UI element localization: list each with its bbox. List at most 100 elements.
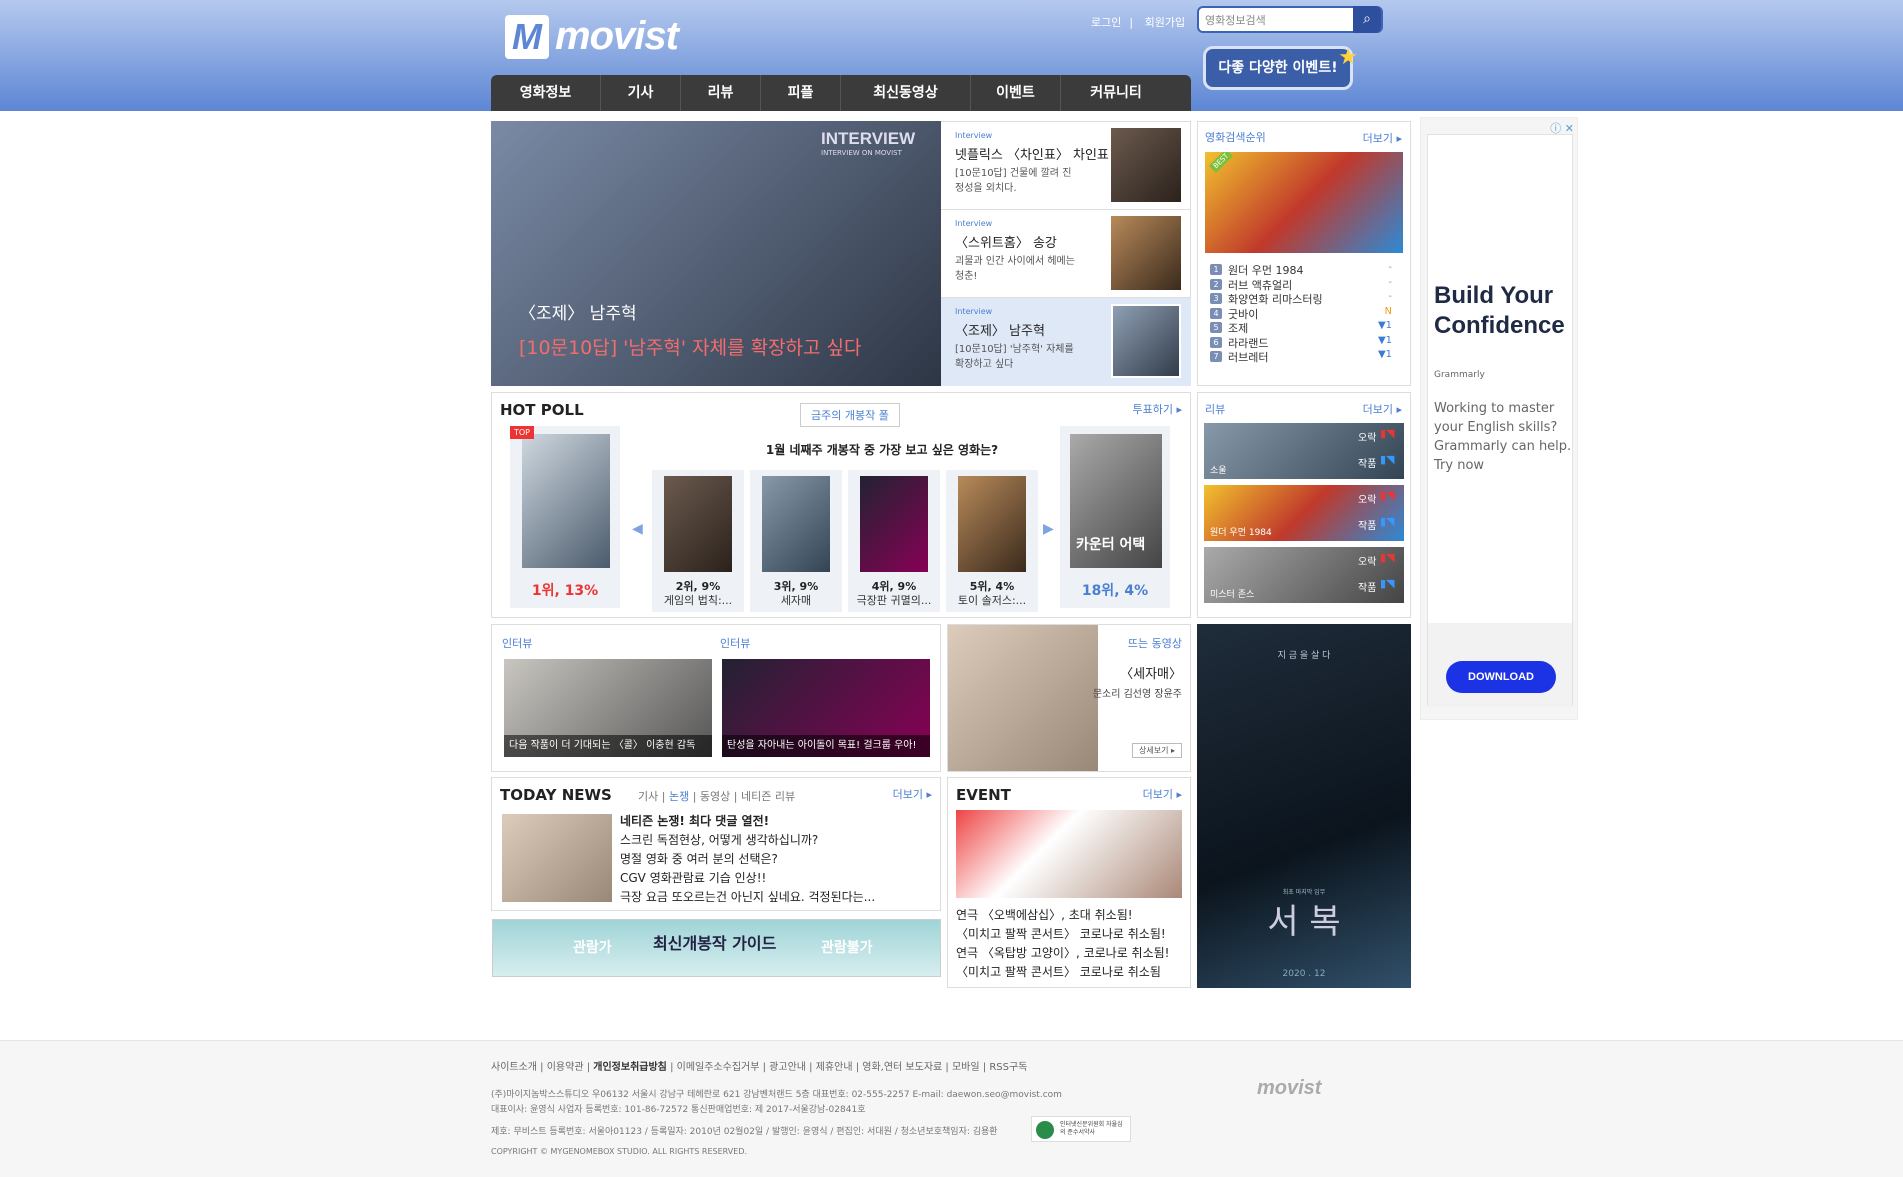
news-item[interactable]: 네티즌 논쟁! 최다 댓글 열전! [620,812,769,829]
footer-link[interactable]: 제휴안내 [816,1062,853,1073]
release-guide-banner[interactable]: 관람가 최신개봉작 가이드 관람불가 [492,919,941,977]
signal-icon: ▮◥ [1380,427,1395,440]
event-title: EVENT [956,786,1011,804]
event-banner-label: 다좋 다양한 이벤트! [1218,60,1338,76]
ad-body: Working to master your English skills? G… [1434,401,1572,473]
poster-year: 2020 . 12 [1282,969,1326,979]
best-badge: BEST [1208,152,1233,174]
login-link[interactable]: 로그인 [1091,16,1121,29]
ad-creative[interactable]: Build Your Confidence Grammarly Working … [1427,134,1573,707]
poll-card[interactable]: 2위, 9% 게임의 법칙:... [652,470,744,612]
signup-link[interactable]: 회원가입 [1145,16,1185,29]
interview-caption: 탄성을 자아내는 아이돌이 목표! 걸크룹 우아! [722,735,930,757]
poll-last-card[interactable]: 카운터 어택 18위, 4% [1060,426,1170,608]
site-logo[interactable]: M movist [505,14,679,59]
guide-right: 관람불가 [821,940,873,956]
nav-item-events[interactable]: 이벤트 [971,75,1061,111]
poll-last-rank: 18위, 4% [1081,583,1149,599]
news-item[interactable]: 명절 영화 중 여러 분의 선택은? [620,850,778,867]
search-box: 영화정보검색 ⌕ [1197,6,1383,33]
event-item[interactable]: 〈미치고 팔짝 콘서트〉 코로나로 취소됨 [956,963,1161,980]
review-item[interactable]: 소울 오락 작품 ▮◥ ▮◥ [1204,423,1404,479]
news-item[interactable]: 극장 요금 또오르는건 아닌지 싶네요. 걱정된다는... [620,888,875,905]
poll-next-arrow[interactable]: ▶ [1043,521,1054,537]
interview-item[interactable]: Interview 넷플릭스 〈차인표〉 차인표 [10문10답] 건물에 깔려… [941,122,1191,210]
footer-link[interactable]: 이메일주소수집거부 [677,1062,760,1073]
ranking-item[interactable]: 러브레터 [1228,349,1268,365]
nav-item-people[interactable]: 피플 [761,75,841,111]
news-item[interactable]: CGV 영화관람료 기습 인상!! [620,869,766,886]
guide-left: 관람가 [573,940,612,956]
detail-button[interactable]: 상세보기 ▸ [1131,743,1182,758]
news-more-link[interactable]: 더보기 ▸ [893,786,932,802]
event-more-link[interactable]: 더보기 ▸ [1143,786,1182,802]
poll-card[interactable]: 3위, 9% 세자매 [750,470,842,612]
nav-item-articles[interactable]: 기사 [601,75,681,111]
news-tabs: 기사 | 논쟁 | 동영상 | 네티즌 리뷰 [638,790,796,803]
hero-banner[interactable]: INTERVIEW INTERVIEW ON MOVIST 〈조제〉 남주혁 [… [491,121,941,386]
interview-card[interactable]: 다음 작품이 더 기대되는 〈콜〉 이충현 감독 [504,659,712,757]
poster-title: 서 복 [1267,902,1341,942]
rank-number: 6 [1210,336,1222,348]
footer-link[interactable]: 영화,연터 보도자료 [862,1062,942,1073]
review-title: 리뷰 [1205,403,1226,416]
news-tab-videos[interactable]: 동영상 [700,790,730,803]
footer-company-info: (주)마이지놈박스스튜디오 우06132 서울시 강남구 테헤란로 621 강남… [491,1090,1062,1100]
vote-link[interactable]: 투표하기 ▸ [1132,401,1182,417]
search-button[interactable]: ⌕ [1353,6,1381,33]
trending-video-panel[interactable]: 뜨는 동영상 〈세자매〉 문소리 김선영 장윤주 상세보기 ▸ [947,624,1191,772]
footer-logo: movist [1257,1077,1322,1099]
interview-caption: 다음 작품이 더 기대되는 〈콜〉 이충현 감독 [504,735,712,757]
review-work-label: 작품 [1358,521,1377,532]
event-item[interactable]: 연극 〈옥탑방 고양이〉, 코로나로 취소됨! [956,944,1169,961]
rank-number: 1 [1210,264,1222,275]
nav-item-reviews[interactable]: 리뷰 [681,75,761,111]
review-item[interactable]: 원더 우먼 1984 오락 작품 ▮◥ ▮◥ [1204,485,1404,541]
footer-link[interactable]: RSS구독 [989,1062,1027,1073]
interview-desc: 괴물과 인간 사이에서 헤메는 청춘! [955,256,1075,282]
interview-tag: Interview [955,307,993,316]
event-item[interactable]: 연극 〈오백에삼십〉, 초대 취소됨! [956,906,1133,923]
news-tab-debate[interactable]: 논쟁 [669,790,689,803]
search-input[interactable]: 영화정보검색 [1199,12,1353,28]
poll-tab[interactable]: 금주의 개봉작 폴 [800,403,900,427]
hero-subtitle: [10문10답] '남주혁' 자체를 확장하고 싶다 [519,337,862,359]
ranking-more-link[interactable]: 더보기 ▸ [1363,130,1402,146]
ranking-title: 영화검색순위 [1205,131,1266,144]
ad-download-button[interactable]: DOWNLOAD [1446,661,1556,693]
signal-icon: ▮◥ [1380,453,1395,466]
footer-link[interactable]: 모바일 [952,1062,980,1073]
event-thumb[interactable] [956,810,1182,898]
event-item[interactable]: 〈미치고 팔짝 콘서트〉 코로나로 취소됨! [956,925,1166,942]
poll-title: 세자매 [780,594,812,607]
footer-link[interactable]: 광고안내 [769,1062,806,1073]
news-thumb[interactable] [502,814,612,902]
interview-item[interactable]: Interview 〈스위트홈〉 송강 괴물과 인간 사이에서 헤메는 청춘! [941,210,1191,298]
poll-prev-arrow[interactable]: ◀ [632,521,643,537]
news-tab-reviews[interactable]: 네티즌 리뷰 [741,790,795,803]
interview-item-active[interactable]: Interview 〈조제〉 남주혁 [10문10답] '남주혁' 자체를 확장… [941,298,1191,386]
review-more-link[interactable]: 더보기 ▸ [1363,401,1402,417]
nav-item-community[interactable]: 커뮤니티 [1061,75,1171,111]
ranking-poster[interactable]: BEST [1205,152,1403,253]
poll-title: 토이 솔저스:... [957,594,1027,607]
poll-poster [860,476,928,572]
hero-badge: INTERVIEW [821,129,916,148]
review-item[interactable]: 미스터 존스 오락 작품 ▮◥ ▮◥ [1204,547,1404,603]
nav-item-videos[interactable]: 최신동영상 [841,75,971,111]
footer-link[interactable]: 사이트소개 [491,1062,537,1073]
poll-card[interactable]: 4위, 9% 극장판 귀멸의... [848,470,940,612]
poll-first-card[interactable]: TOP 1위, 13% [510,426,620,608]
news-item[interactable]: 스크린 독점현상, 어떻게 생각하십니까? [620,831,818,848]
poll-card[interactable]: 5위, 4% 토이 솔저스:... [946,470,1038,612]
footer-link[interactable]: 개인정보취급방침 [593,1062,667,1073]
news-tab-articles[interactable]: 기사 [638,790,658,803]
signal-icon: ▮◥ [1380,577,1395,590]
event-banner-button[interactable]: 다좋 다양한 이벤트! ★ [1203,45,1358,90]
review-fun-label: 오락 [1358,495,1377,506]
poster-banner[interactable]: 지 금 을 살 다 서 복 최초 마지막 임무 2020 . 12 [1197,624,1411,988]
nav-item-movie-info[interactable]: 영화정보 [491,75,601,111]
interview-card[interactable]: 탄성을 자아내는 아이돌이 목표! 걸크룹 우아! [722,659,930,757]
footer-link[interactable]: 이용약관 [547,1062,584,1073]
footer-ceo-info: 대표이사: 윤영식 사업자 등록번호: 101-86-72572 통신판매업번호… [491,1105,866,1115]
